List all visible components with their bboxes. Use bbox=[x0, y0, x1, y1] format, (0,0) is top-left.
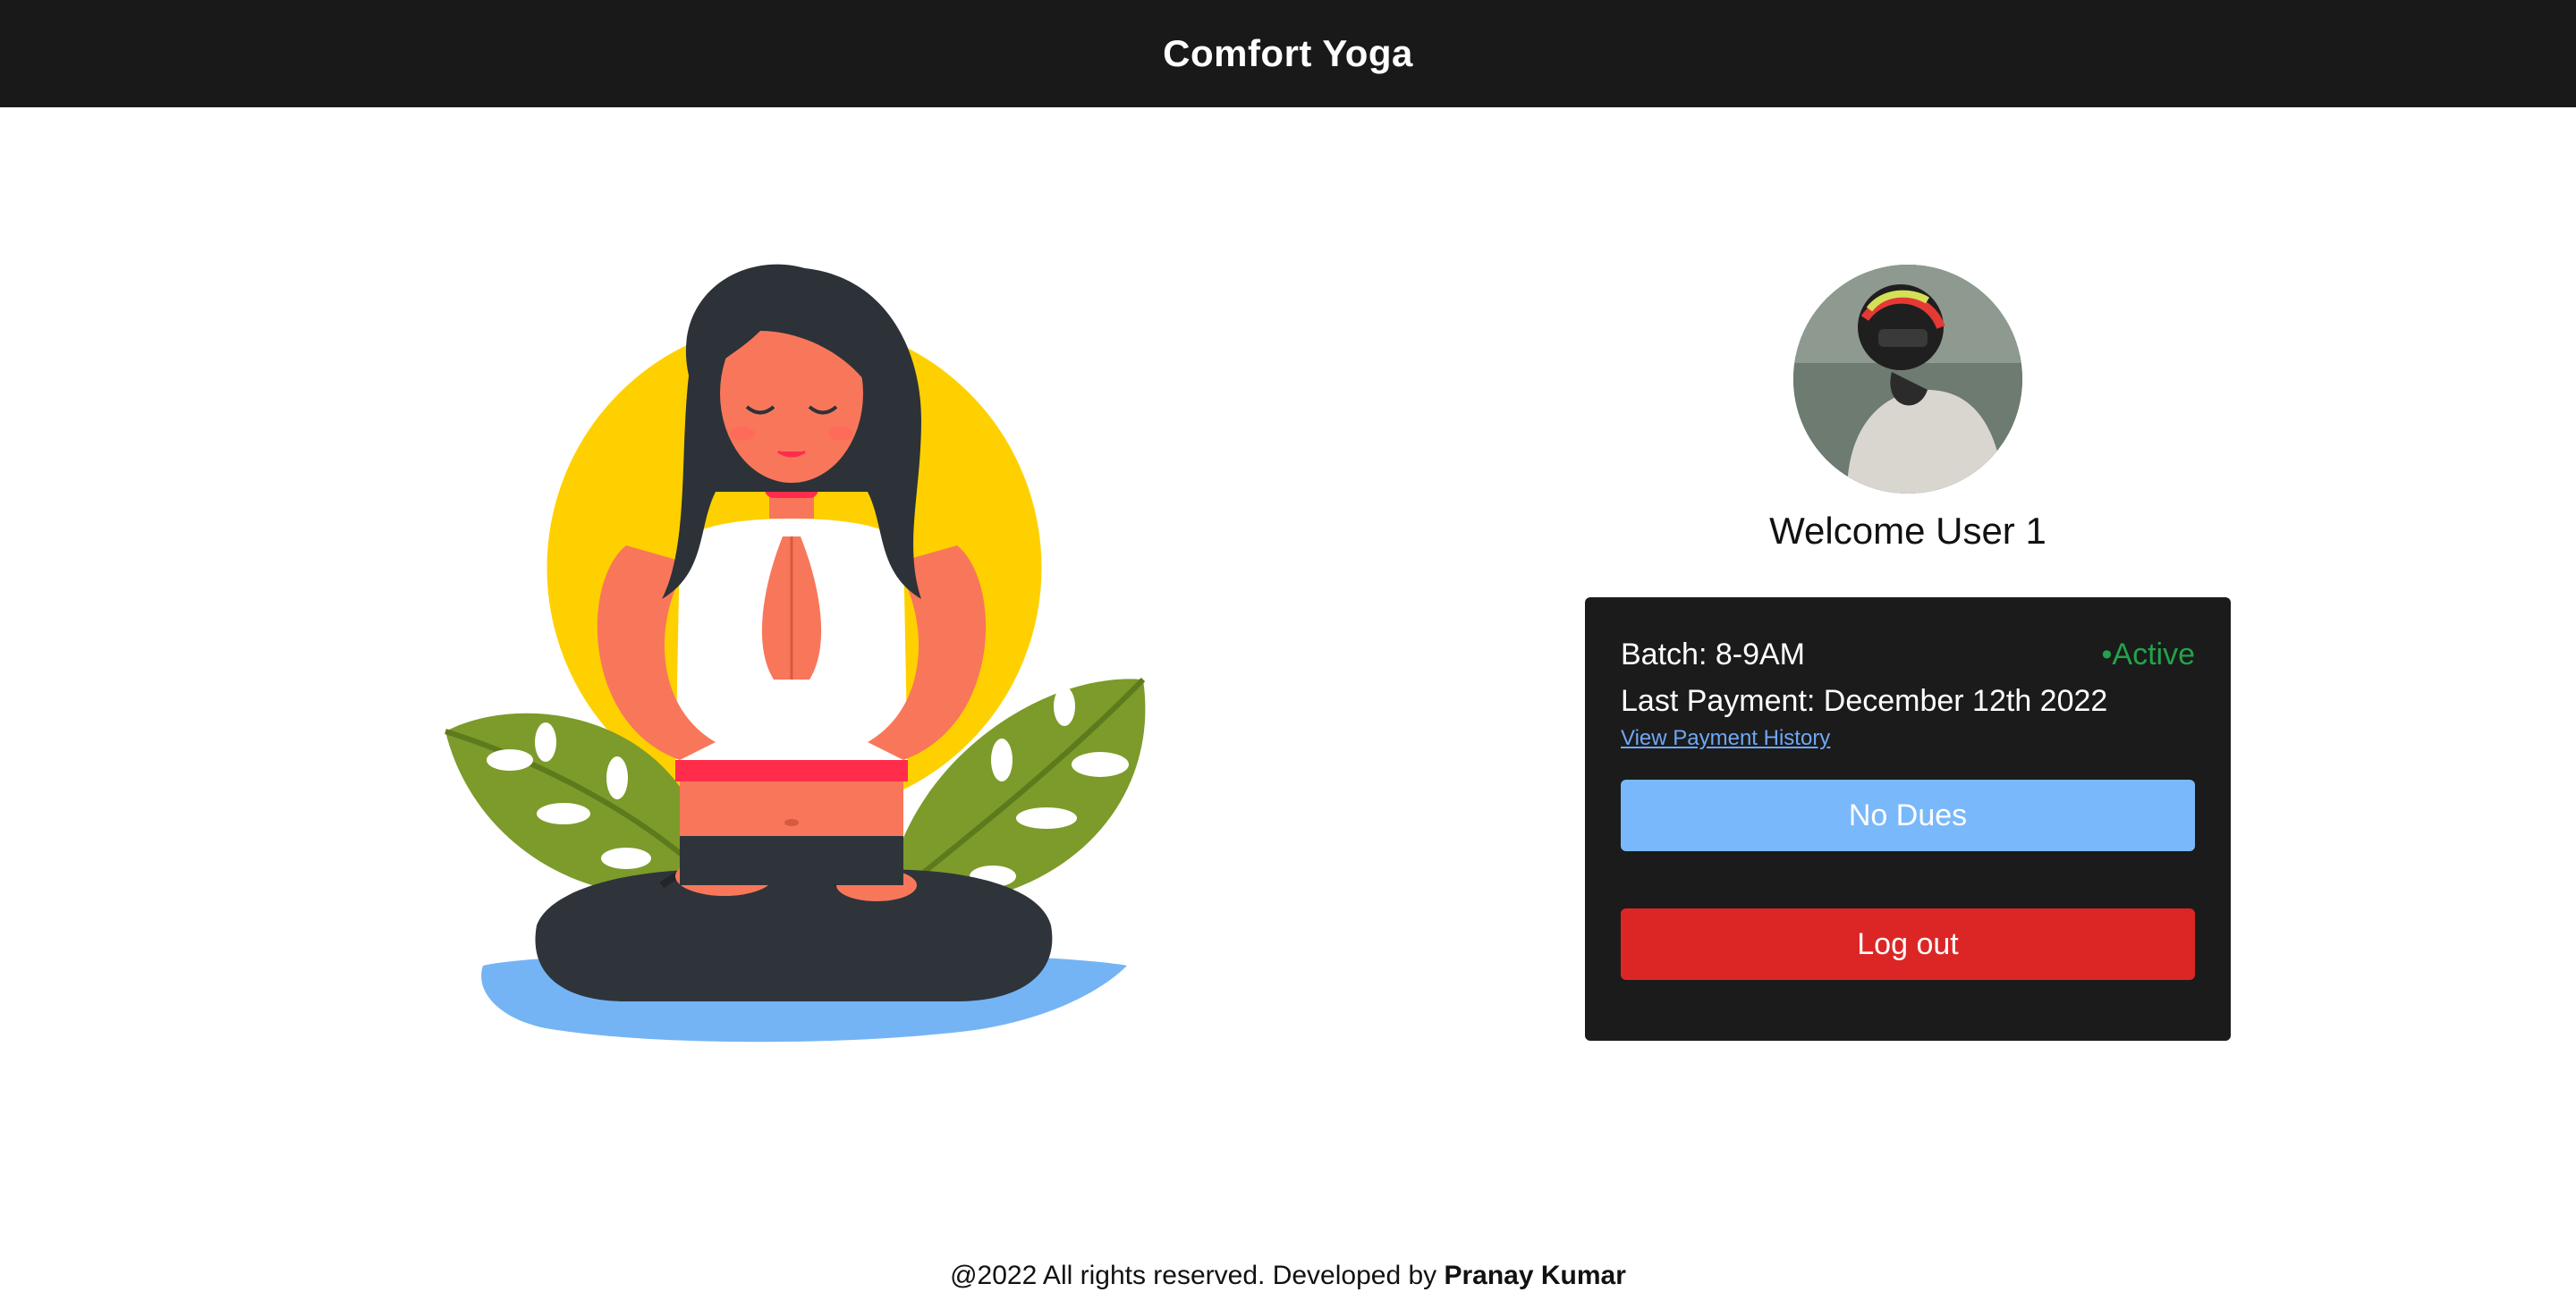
membership-card: Batch: 8-9AM •Active Last Payment: Decem… bbox=[1585, 597, 2231, 1041]
brand-title[interactable]: Comfort Yoga bbox=[1163, 32, 1413, 75]
batch-label: Batch: 8-9AM bbox=[1621, 637, 1805, 671]
view-payment-history-link[interactable]: View Payment History bbox=[1621, 726, 1830, 751]
user-avatar-icon bbox=[1793, 265, 2022, 494]
logout-button[interactable]: Log out bbox=[1621, 908, 2195, 980]
no-dues-button[interactable]: No Dues bbox=[1621, 780, 2195, 851]
footer-copyright: @2022 All rights reserved. Developed by bbox=[950, 1261, 1445, 1290]
avatar bbox=[1793, 265, 2022, 494]
batch-row: Batch: 8-9AM •Active bbox=[1621, 633, 2195, 676]
status-badge: •Active bbox=[2101, 637, 2196, 671]
meditation-illustration bbox=[420, 259, 1172, 1064]
welcome-message: Welcome User 1 bbox=[1769, 510, 2046, 552]
meditating-woman-icon bbox=[445, 264, 1146, 1043]
footer: @2022 All rights reserved. Developed by … bbox=[0, 1261, 2576, 1291]
last-payment-label: Last Payment: December 12th 2022 bbox=[1621, 683, 2108, 718]
top-navbar: Comfort Yoga bbox=[0, 0, 2576, 107]
profile-section: Welcome User 1 bbox=[1585, 265, 2231, 553]
footer-developer: Pranay Kumar bbox=[1444, 1261, 1626, 1290]
